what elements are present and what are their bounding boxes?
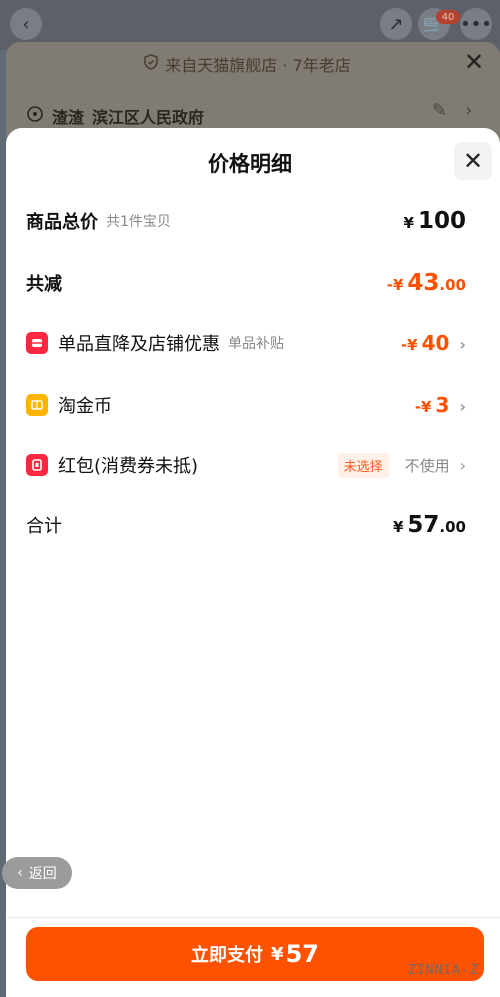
pay-label: 立即支付 (191, 945, 264, 966)
address-text: 滨江区人民政府 (92, 108, 205, 127)
amount-decimal: .00 (439, 276, 466, 294)
share-icon[interactable]: ↗ (380, 8, 412, 40)
divider (6, 917, 500, 918)
currency: ¥ (392, 518, 404, 536)
row-label: 红包(消费券未抵) (58, 456, 199, 477)
row-total: 合计 ¥ 57.00 (26, 512, 466, 538)
close-icon[interactable]: ✕ (464, 48, 484, 76)
back-button[interactable]: ‹ 返回 (2, 857, 72, 889)
pay-amount: 57 (285, 940, 319, 968)
row-coins[interactable]: 淘金币 -¥ 3 › (26, 392, 466, 418)
sheet-title: 价格明细 (208, 152, 292, 176)
row-label: 共减 (26, 274, 62, 295)
row-total-discount: 共减 -¥ 43.00 (26, 270, 466, 296)
store-info: 来自天猫旗舰店 · 7年老店 (0, 52, 494, 76)
amount: 100 (417, 208, 466, 234)
address-name: 渣渣 (52, 108, 85, 127)
coins-value: -¥ 3 › (415, 393, 466, 417)
chevron-right-icon: › (459, 455, 466, 475)
amount-decimal: .00 (439, 518, 466, 536)
red-envelope-icon (26, 454, 48, 476)
store-info-text: 来自天猫旗舰店 · 7年老店 (165, 56, 351, 75)
close-icon: ✕ (462, 147, 484, 175)
amount: 3 (435, 393, 450, 417)
amount: 40 (421, 331, 450, 355)
row-red-envelope[interactable]: 红包(消费券未抵) 未选择 不使用 › (26, 452, 466, 478)
row-sub: 单品补贴 (228, 336, 284, 352)
edit-icon[interactable]: ✎ (432, 100, 447, 121)
amount: 57 (407, 512, 440, 538)
not-used-text: 不使用 (404, 456, 450, 475)
currency: ¥ (403, 214, 414, 232)
address-line[interactable]: 渣渣 滨江区人民政府 (26, 104, 204, 128)
back-arrow-icon[interactable]: ‹ (10, 8, 42, 40)
coupon-icon (26, 332, 48, 354)
address-actions: ✎ › (432, 100, 472, 121)
currency: -¥ (386, 276, 404, 294)
cart-badge: 40 (436, 10, 460, 24)
store-discount-value: -¥ 40 › (401, 331, 466, 355)
row-label: 合计 (26, 516, 62, 537)
total-discount-value: -¥ 43.00 (387, 270, 466, 296)
row-goods-total: 商品总价 共1件宝贝 ¥ 100 (26, 208, 466, 234)
currency: -¥ (400, 336, 418, 354)
pay-currency: ¥ (271, 943, 284, 965)
coin-icon (26, 394, 48, 416)
chevron-left-icon: ‹ (17, 865, 23, 881)
more-icon[interactable]: ••• (460, 8, 492, 40)
back-label: 返回 (28, 866, 57, 882)
watermark: ZINNIA-Z (408, 963, 479, 978)
row-store-discount[interactable]: 单品直降及店铺优惠 单品补贴 -¥ 40 › (26, 330, 466, 356)
amount: 43 (407, 270, 440, 296)
row-label: 淘金币 (58, 396, 112, 417)
red-envelope-value: 未选择 不使用 › (337, 452, 466, 478)
chevron-right-icon: › (459, 397, 466, 416)
row-sub: 共1件宝贝 (106, 214, 171, 230)
close-button[interactable]: ✕ (454, 142, 492, 180)
chevron-right-icon: › (459, 335, 466, 354)
row-label: 单品直降及店铺优惠 (58, 334, 220, 355)
goods-total-value: ¥ 100 (404, 208, 466, 234)
price-detail-sheet (6, 128, 500, 997)
unselected-tag: 未选择 (337, 452, 389, 478)
row-label: 商品总价 (26, 212, 98, 233)
shield-icon (143, 54, 159, 74)
chevron-right-icon: › (465, 100, 473, 121)
currency: -¥ (414, 398, 432, 416)
total-value: ¥ 57.00 (393, 512, 466, 538)
location-icon (26, 105, 44, 127)
